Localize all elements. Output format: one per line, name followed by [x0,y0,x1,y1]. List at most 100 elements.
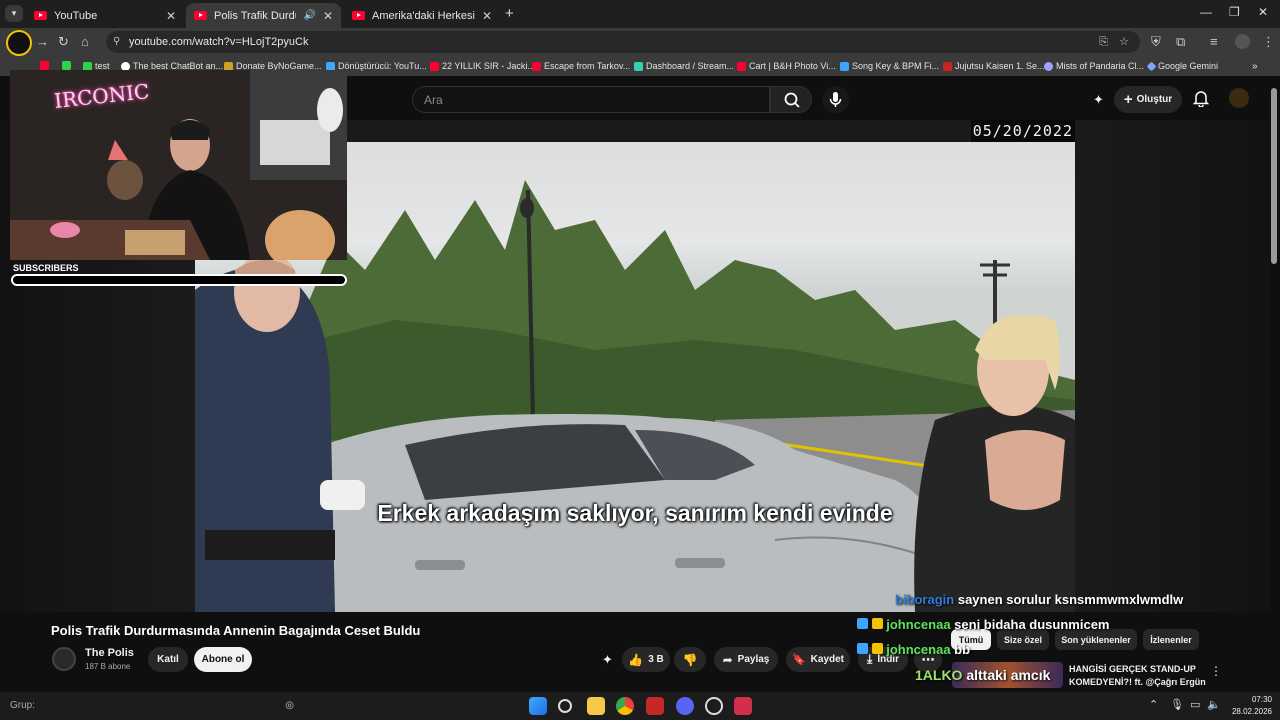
save-button[interactable]: 🔖 Kaydet [786,647,850,672]
bookmark-22-yillik-sir[interactable]: 22 YILLIK SIR - Jacki... [430,61,535,71]
bookmark-label: Cart | B&H Photo Vi... [749,61,836,71]
taskbar-search-field[interactable]: Grup: ◎ [6,696,296,716]
close-icon[interactable]: ✕ [166,9,176,23]
anime-icon [943,61,952,71]
chip-recent[interactable]: Son yüklenenler [1055,629,1137,650]
join-label: Katıl [157,654,179,665]
chat-text: saynen sorulur ksnsmmwmxlwmdlw [957,592,1184,607]
search-input[interactable]: Ara [412,86,770,113]
playlist-icon[interactable]: ≡ [1210,34,1218,49]
ai-sparkle-button[interactable]: ✦ [1093,92,1104,108]
menu-icon[interactable]: ⋮ [1262,34,1275,50]
bookmark-jujutsu[interactable]: Jujutsu Kaisen 1. Se... [943,61,1045,71]
bookmark-pandaria[interactable]: Mists of Pandaria Cl... [1044,61,1144,71]
copilot-icon[interactable]: ◎ [285,696,294,716]
restore-icon[interactable]: ❐ [1229,5,1240,19]
youtube-icon [532,61,541,71]
url-field[interactable]: ⚲ youtube.com/watch?v=HLojT2pyuCk ⎘ ☆ [106,31,1140,53]
chat-text: alttaki amcık [966,667,1051,683]
tab-search-dropdown-button[interactable]: ▾ [5,5,23,22]
video-subtitle: Erkek arkadaşım saklıyor, sanırım kendi … [377,500,893,526]
thumbs-down-icon: 👎 [682,652,698,667]
search-button[interactable] [770,86,812,113]
search-icon[interactable] [558,699,572,713]
tab-title: Amerika'daki Herkesi Dedektif [372,9,475,22]
chrome-icon[interactable] [616,697,634,715]
file-explorer-icon[interactable] [587,697,605,715]
share-button[interactable]: ➦ Paylaş [714,647,778,672]
gemini-icon [1146,61,1157,71]
volume-icon[interactable]: 🔈 [1207,698,1221,711]
profile-avatar[interactable] [1235,34,1250,49]
chip-for-you[interactable]: Size özel [997,629,1049,650]
microphone-tray-icon[interactable]: 🎙 [1170,698,1184,711]
forward-icon[interactable]: → [36,34,49,49]
bookmark-label: Google Gemini [1158,61,1219,71]
extension-shield-icon[interactable]: ⛨ [1151,34,1161,50]
tab-youtube[interactable]: YouTube ✕ [26,3,184,28]
chat-badge-icon [857,618,868,629]
subscribe-button[interactable]: Abone ol [194,647,252,672]
plus-icon: + [1123,91,1133,108]
close-icon[interactable]: ✕ [323,9,333,23]
join-button[interactable]: Katıl [148,647,188,672]
ask-ai-icon[interactable]: ✦ [602,652,613,668]
install-app-icon[interactable]: ⎘ [1099,31,1108,53]
chat-username: 1ALKO [915,667,963,683]
start-icon[interactable] [529,697,547,715]
channel-avatar[interactable] [52,647,76,671]
chip-watched[interactable]: İzlenenler [1143,629,1199,650]
voice-search-button[interactable] [822,86,849,113]
subscribe-label: Abone ol [201,654,245,665]
extensions-icon[interactable]: ⧉ [1176,34,1185,50]
save-label: Kaydet [810,654,845,665]
chat-bottom-name: 1ALKO alttaki amcık [915,667,1050,683]
bookmark-bh-photo[interactable]: Cart | B&H Photo Vi... [737,61,836,71]
tab-current-video[interactable]: Polis Trafik Durdurmasında 🔊 ✕ [186,3,341,28]
chat-message: johncenaa bb [857,642,970,657]
close-icon[interactable]: ✕ [482,9,492,23]
page-scrollbar[interactable] [1271,88,1277,264]
bh-icon [737,61,746,71]
site-info-icon[interactable]: ⚲ [113,31,120,53]
display-tray-icon[interactable]: ▭ [1190,698,1200,711]
voicemeeter-icon[interactable] [646,697,664,715]
bookmark-label: 22 YILLIK SIR - Jacki... [442,61,535,71]
chat-message: johncenaa seni bidaha dusunmicem [857,617,1110,632]
account-avatar[interactable] [1229,88,1249,108]
chat-message: biboragin saynen sorulur ksnsmmwmxlwmdlw [895,592,1183,607]
channel-name[interactable]: The Polis [85,647,134,659]
share-label: Paylaş [737,654,770,665]
bookmark-youtube-icon[interactable] [40,61,49,70]
speaker-icon[interactable]: 🔊 [303,10,315,21]
bookmark-kick-icon[interactable] [62,61,71,70]
minimize-icon[interactable]: — [1200,5,1212,19]
pdf-app-icon[interactable] [734,697,752,715]
dislike-button[interactable]: 👎 [674,647,706,672]
like-button[interactable]: 👍 3 B [622,647,670,672]
bookmark-dashboard[interactable]: Dashboard / Stream... [634,61,734,71]
recommended-menu-icon[interactable]: ⋮ [1210,664,1222,678]
bookmark-tarkov[interactable]: Escape from Tarkov... [532,61,630,71]
bell-icon [1192,91,1210,108]
tray-overflow-icon[interactable]: ⌃ [1149,698,1158,711]
tab-amerika-video[interactable]: Amerika'daki Herkesi Dedektif ✕ [344,3,500,28]
new-tab-button[interactable]: + [505,5,514,22]
bookmark-song-key[interactable]: Song Key & BPM Fi... [840,61,939,71]
discord-icon[interactable] [676,697,694,715]
notifications-button[interactable] [1192,89,1210,112]
bookmark-star-icon[interactable]: ☆ [1119,31,1129,53]
home-icon[interactable]: ⌂ [81,34,89,49]
bookmarks-overflow-icon[interactable]: » [1252,61,1258,72]
obs-icon[interactable] [705,697,723,715]
reload-icon[interactable]: ↻ [58,34,69,50]
taskbar-clock[interactable]: 07:30 28.02.2026 [1228,694,1272,718]
bookmark-gemini[interactable]: Google Gemini [1146,61,1219,71]
bookmark-label: Dönüştürücü: YouTu... [338,61,427,71]
close-window-icon[interactable]: ✕ [1258,5,1268,19]
recommended-title-line-2[interactable]: KOMEDYENİ?! ft. @Çağrı Ergün [1069,677,1206,687]
recommended-title-line-1[interactable]: HANGİSİ GERÇEK STAND-UP [1069,664,1196,674]
subscribers-goal-label: SUBSCRIBERS [13,263,79,273]
create-button[interactable]: + Oluştur [1114,86,1182,113]
subscribers-goal-bar [11,274,347,286]
